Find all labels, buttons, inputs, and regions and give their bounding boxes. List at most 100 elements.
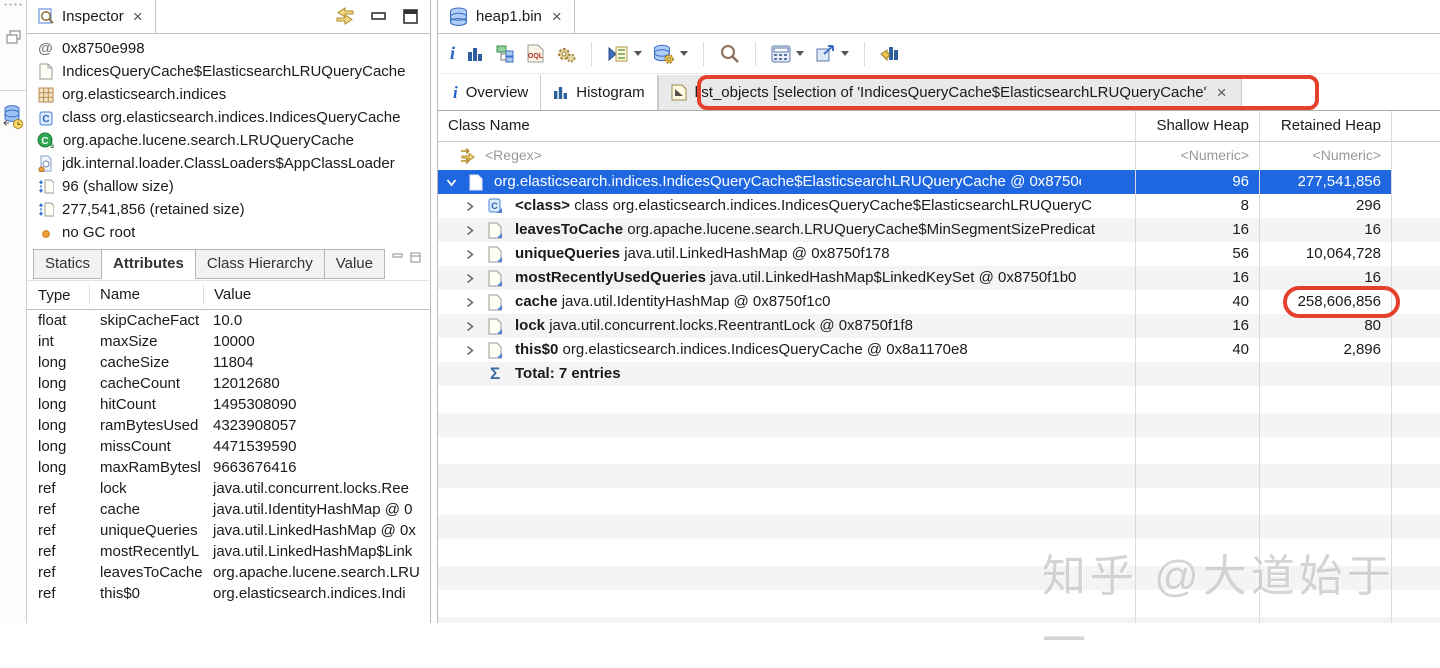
chevron-right-icon[interactable] xyxy=(465,249,475,260)
table-row[interactable]: long hitCount 1495308090 xyxy=(27,394,429,415)
minimize-icon[interactable] xyxy=(371,10,387,22)
table-row[interactable]: ref uniqueQueries java.util.LinkedHashMap … xyxy=(27,520,429,541)
tab-inspector[interactable]: Inspector × xyxy=(34,0,156,33)
tab-class-hierarchy[interactable]: Class Hierarchy xyxy=(195,249,325,279)
tab-heap1-bin[interactable]: heap1.bin × xyxy=(441,0,575,33)
tab-attributes[interactable]: Attributes xyxy=(102,249,196,279)
table-row[interactable]: lock java.util.concurrent.locks.Reentran… xyxy=(438,314,1440,338)
column-header-value[interactable]: Value xyxy=(203,285,429,305)
maximize-icon[interactable] xyxy=(403,8,418,24)
tab-histogram[interactable]: Histogram xyxy=(541,75,658,110)
list-objects-icon xyxy=(671,84,687,101)
table-row[interactable]: ref mostRecentlyL java.util.LinkedHashMap$… xyxy=(27,541,429,562)
list-item[interactable]: jdk.internal.loader.ClassLoaders$AppClas… xyxy=(37,152,428,175)
list-item[interactable]: no GC root xyxy=(37,221,428,244)
calculator-icon[interactable] xyxy=(771,45,805,63)
svg-text:C: C xyxy=(491,201,498,211)
numeric-filter-input[interactable]: <Numeric> xyxy=(1259,147,1381,163)
tab-list-objects[interactable]: list_objects [selection of 'IndicesQuery… xyxy=(657,75,1242,110)
minimize-pane-icon[interactable] xyxy=(392,252,404,263)
inspector-tab-label: Inspector xyxy=(62,8,124,25)
editor-toolbar: i OQL xyxy=(438,34,1440,74)
fast-view-bar xyxy=(0,0,27,623)
sigma-icon: Σ xyxy=(490,364,501,383)
column-header-name[interactable]: Name xyxy=(89,285,203,305)
tab-overview[interactable]: i Overview xyxy=(441,75,542,110)
chevron-right-icon[interactable] xyxy=(465,321,475,332)
chevron-right-icon[interactable] xyxy=(465,225,475,236)
info-icon[interactable]: i xyxy=(450,43,455,64)
list-item[interactable]: org.elasticsearch.indices xyxy=(37,83,428,106)
link-with-snapshot-icon[interactable] xyxy=(335,7,355,25)
find-object-icon[interactable] xyxy=(719,44,740,64)
chevron-right-icon[interactable] xyxy=(465,297,475,308)
result-tab-strip: i Overview Histogram list_objects [selec… xyxy=(438,75,1440,111)
list-item[interactable]: @ 0x8750e998 xyxy=(37,37,428,60)
table-row[interactable]: ref lock java.util.concurrent.locks.Ree xyxy=(27,478,429,499)
list-item[interactable]: 277,541,856 (retained size) xyxy=(37,198,428,221)
class-icon: C xyxy=(488,198,503,214)
column-header-retained-heap[interactable]: Retained Heap xyxy=(1259,117,1381,134)
table-row[interactable]: C <class> class org.elasticsearch.indice… xyxy=(438,194,1440,218)
thread-overview-icon[interactable] xyxy=(556,44,576,64)
chevron-down-icon[interactable] xyxy=(446,177,457,188)
histogram-icon xyxy=(553,85,568,100)
table-row[interactable]: long cacheCount 12012680 xyxy=(27,373,429,394)
column-header-type[interactable]: Type xyxy=(27,287,89,304)
column-header-shallow-heap[interactable]: Shallow Heap xyxy=(1135,117,1249,134)
query-browser-icon[interactable] xyxy=(653,44,689,64)
table-row[interactable]: long ramBytesUsed 4323908057 xyxy=(27,415,429,436)
table-row[interactable]: leavesToCache org.apache.lucene.search.L… xyxy=(438,218,1440,242)
table-row[interactable]: this$0 org.elasticsearch.indices.Indices… xyxy=(438,338,1440,362)
inspector-header: Inspector × xyxy=(27,0,430,34)
editor-tab-bar: heap1.bin × xyxy=(438,0,1440,34)
numeric-filter-input[interactable]: <Numeric> xyxy=(1135,147,1249,163)
svg-text:C: C xyxy=(41,136,48,147)
filter-icon xyxy=(460,148,479,164)
toolbar-separator xyxy=(703,41,705,66)
table-row[interactable]: int maxSize 10000 xyxy=(27,331,429,352)
dominator-tree-icon[interactable] xyxy=(495,44,515,63)
regex-filter-input[interactable]: <Regex> xyxy=(485,147,542,163)
toolbar-separator xyxy=(755,41,757,66)
close-icon[interactable]: × xyxy=(550,8,564,25)
at-address-icon: @ xyxy=(38,40,53,57)
table-row[interactable]: long maxRamBytesl 9663676416 xyxy=(27,457,429,478)
chevron-right-icon[interactable] xyxy=(465,273,475,284)
table-row[interactable]: ref cache java.util.IdentityHashMap @ 0 xyxy=(27,499,429,520)
list-item[interactable]: IndicesQueryCache$ElasticsearchLRUQueryC… xyxy=(37,60,428,83)
chevron-right-icon[interactable] xyxy=(465,345,475,356)
table-row[interactable]: mostRecentlyUsedQueries java.util.Linked… xyxy=(438,266,1440,290)
table-row-selected[interactable]: org.elasticsearch.indices.IndicesQueryCa… xyxy=(438,170,1391,194)
compare-heap-dumps-icon[interactable] xyxy=(880,44,899,63)
list-item[interactable]: 96 (shallow size) xyxy=(37,175,428,198)
table-row[interactable]: uniqueQueries java.util.LinkedHashMap @ … xyxy=(438,242,1440,266)
object-field-icon xyxy=(488,318,503,335)
tab-statics[interactable]: Statics xyxy=(33,249,103,279)
close-icon[interactable]: × xyxy=(131,8,145,25)
drag-handle-dots[interactable] xyxy=(3,2,23,7)
table-row[interactable]: long missCount 4471539590 xyxy=(27,436,429,457)
grid-header: Class Name Shallow Heap Retained Heap xyxy=(438,111,1440,142)
chevron-right-icon[interactable] xyxy=(465,201,475,212)
tab-value[interactable]: Value xyxy=(324,249,385,279)
table-row[interactable]: ref leavesToCache org.apache.lucene.search… xyxy=(27,562,429,583)
table-row[interactable]: long cacheSize 11804 xyxy=(27,352,429,373)
restore-view-icon[interactable] xyxy=(6,30,21,44)
table-row[interactable]: ref this$0 org.elasticsearch.indices.Indi xyxy=(27,583,429,604)
table-row[interactable]: float skipCacheFact 10.0 xyxy=(27,310,429,331)
list-item[interactable]: C class org.elasticsearch.indices.Indice… xyxy=(37,106,428,129)
run-expert-tests-icon[interactable] xyxy=(607,45,643,63)
oql-icon[interactable]: OQL xyxy=(526,44,545,63)
attributes-table-header: Type Name Value xyxy=(27,280,429,310)
table-row-cache[interactable]: cache java.util.IdentityHashMap @ 0x8750… xyxy=(438,290,1440,314)
histogram-icon[interactable] xyxy=(466,45,484,63)
export-icon[interactable] xyxy=(815,44,850,63)
object-tree: org.elasticsearch.indices.IndicesQueryCa… xyxy=(438,170,1440,386)
close-icon[interactable]: × xyxy=(1215,84,1229,101)
list-item[interactable]: Cs org.apache.lucene.search.LRUQueryCach… xyxy=(37,129,428,152)
heap-dump-history-icon[interactable] xyxy=(3,104,24,130)
maximize-pane-icon[interactable] xyxy=(410,252,422,263)
column-header-class-name[interactable]: Class Name xyxy=(448,117,530,134)
object-field-icon xyxy=(488,342,503,359)
